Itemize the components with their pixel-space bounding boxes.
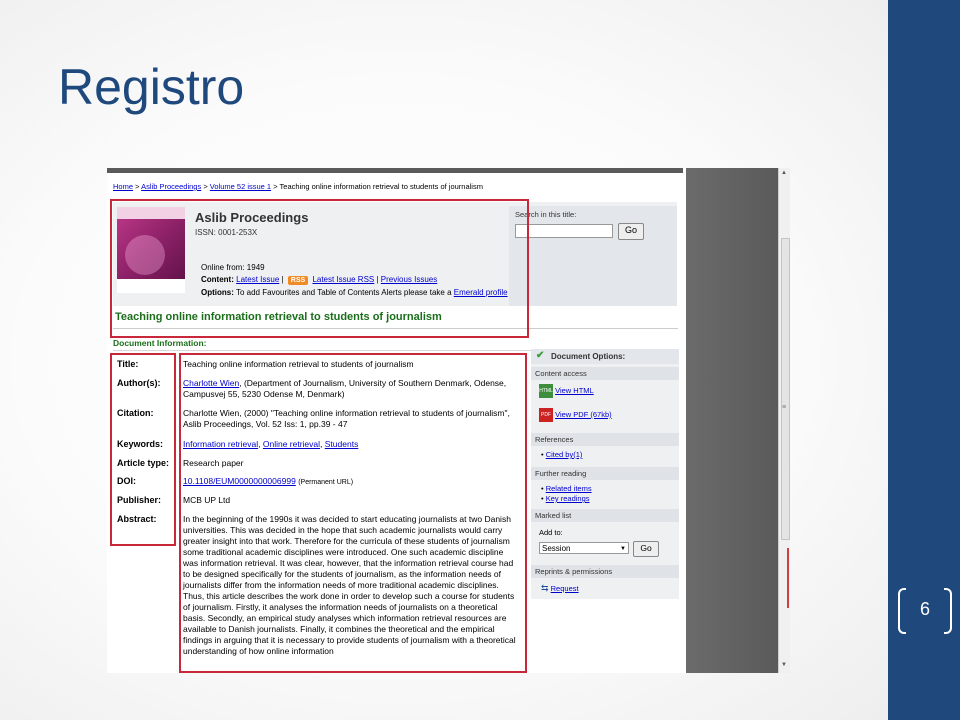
breadcrumb: Home > Aslib Proceedings > Volume 52 iss… <box>113 182 483 191</box>
document-options-heading: Document Options: <box>551 352 626 361</box>
related-items-item[interactable]: • Related items <box>541 484 592 493</box>
breadcrumb-separator: > <box>135 182 140 191</box>
breadcrumb-issue-link[interactable]: Volume 52 issue 1 <box>210 182 271 191</box>
slide-title: Registro <box>58 59 245 115</box>
scroll-down-arrow-icon[interactable]: ▼ <box>781 662 787 668</box>
breadcrumb-separator: > <box>203 182 208 191</box>
document-options-header: ✔ Document Options: <box>531 349 679 364</box>
breadcrumb-home-link[interactable]: Home <box>113 182 133 191</box>
checkmark-icon: ✔ <box>536 350 545 361</box>
pdf-file-icon: PDF <box>539 408 553 422</box>
section-marked-list: Marked list <box>531 509 679 522</box>
marked-list-select[interactable]: Session ▼ <box>539 542 629 554</box>
related-items-link[interactable]: Related items <box>546 484 592 493</box>
marked-list-selected: Session <box>542 544 571 553</box>
key-readings-link[interactable]: Key readings <box>546 494 590 503</box>
divider <box>113 350 533 351</box>
section-references: References <box>531 433 679 446</box>
highlight-box-field-labels <box>110 353 176 546</box>
search-input[interactable] <box>515 224 613 238</box>
scroll-grip-icon: ≡ <box>782 404 787 411</box>
title-search-panel: Search in this title: Go <box>509 206 677 306</box>
scroll-up-arrow-icon[interactable]: ▲ <box>781 170 787 176</box>
page-number-badge: 6 <box>898 588 952 634</box>
section-reprints: Reprints & permissions <box>531 565 679 578</box>
html-file-icon: HTML <box>539 384 553 398</box>
scrollbar-thumb[interactable] <box>781 238 790 540</box>
section-content-access: Content access <box>531 367 679 380</box>
breadcrumb-separator: > <box>273 182 278 191</box>
breadcrumb-journal-link[interactable]: Aslib Proceedings <box>141 182 201 191</box>
view-html-item[interactable]: HTML View HTML <box>539 384 594 398</box>
search-go-button[interactable]: Go <box>618 223 644 240</box>
highlight-box-field-values <box>179 353 527 673</box>
request-link[interactable]: Request <box>551 584 579 593</box>
view-pdf-link[interactable]: View PDF (67kb) <box>555 410 612 419</box>
view-pdf-item[interactable]: PDF View PDF (67kb) <box>539 408 612 422</box>
request-arrow-icon: ⇆ <box>541 583 549 593</box>
document-options-panel: ✔ Document Options: Content access HTML … <box>531 349 679 599</box>
chevron-down-icon: ▼ <box>620 546 626 552</box>
cited-by-link[interactable]: Cited by(1) <box>546 450 583 459</box>
embedded-screenshot: ▲ ≡ ▼ Home > Aslib Proceedings > Volume … <box>107 168 790 673</box>
cited-by-item[interactable]: • Cited by(1) <box>541 450 582 459</box>
view-html-link[interactable]: View HTML <box>555 386 594 395</box>
key-readings-item[interactable]: • Key readings <box>541 494 590 503</box>
browser-side-panel <box>686 168 778 673</box>
marked-list-go-button[interactable]: Go <box>633 541 659 557</box>
section-further-reading: Further reading <box>531 467 679 480</box>
breadcrumb-current: Teaching online information retrieval to… <box>279 182 483 191</box>
highlight-box-journal-header <box>110 199 529 338</box>
browser-top-bar <box>107 168 683 173</box>
document-information-heading: Document Information: <box>113 338 207 348</box>
request-item[interactable]: ⇆ Request <box>541 583 579 594</box>
scroll-marker <box>787 548 789 608</box>
page-number: 6 <box>919 599 930 619</box>
add-to-label: Add to: <box>539 528 563 537</box>
